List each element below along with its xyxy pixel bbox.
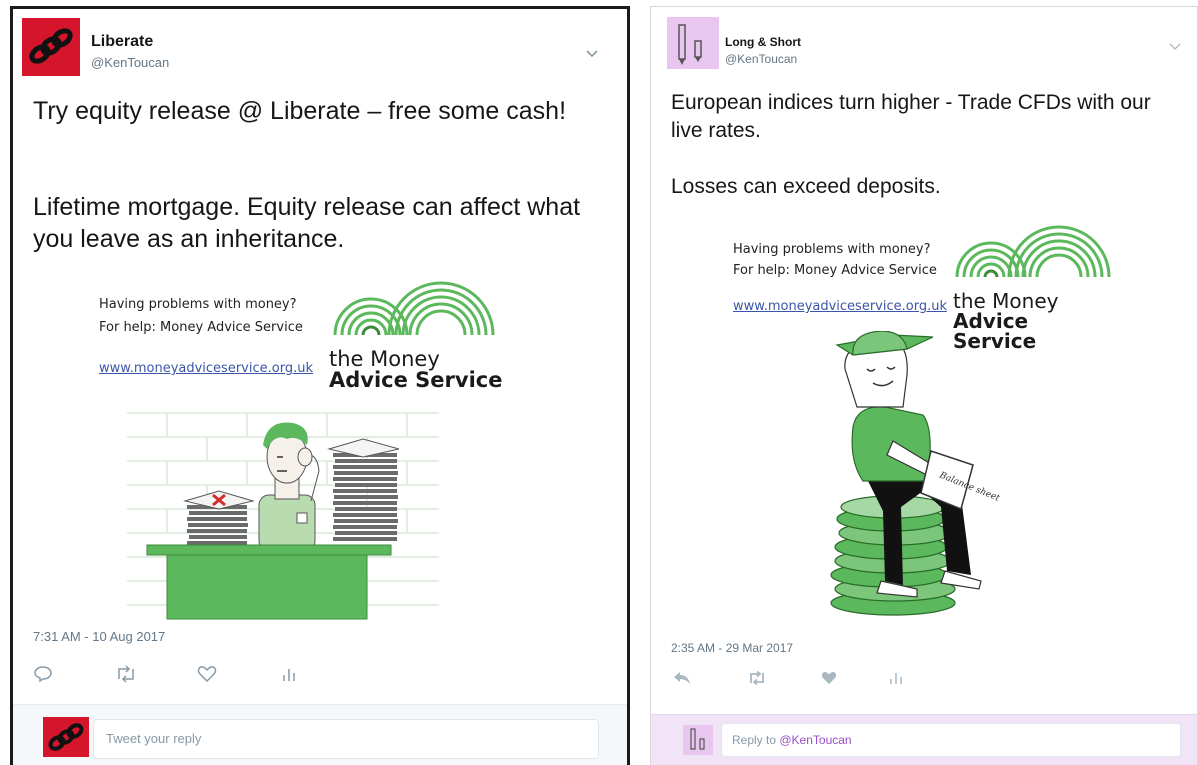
- reply-input[interactable]: Reply to @KenToucan: [721, 723, 1181, 757]
- reply-icon[interactable]: [673, 671, 691, 685]
- reply-composer: Tweet your reply: [13, 704, 627, 765]
- heart-icon[interactable]: [197, 665, 217, 683]
- author-handle[interactable]: @KenToucan: [725, 52, 797, 66]
- retweet-icon[interactable]: [115, 665, 137, 683]
- reply-input[interactable]: Tweet your reply: [93, 719, 599, 759]
- tweet-media-image[interactable]: Having problems with money? For help: Mo…: [733, 213, 1113, 627]
- tweet-timestamp[interactable]: 7:31 AM - 10 Aug 2017: [33, 629, 165, 644]
- reply-prefix: Reply to: [732, 733, 780, 747]
- author-handle[interactable]: @KenToucan: [91, 55, 169, 70]
- ad-link[interactable]: www.moneyadviceservice.org.uk: [99, 361, 313, 376]
- tweet-text-disclaimer: Losses can exceed deposits.: [671, 175, 941, 198]
- author-name[interactable]: Liberate: [91, 33, 153, 51]
- chevron-down-icon[interactable]: [585, 49, 599, 59]
- reply-mention: @KenToucan: [779, 733, 852, 747]
- panel-divider: [632, 0, 648, 765]
- ad-link[interactable]: www.moneyadviceservice.org.uk: [733, 299, 947, 314]
- avatar[interactable]: [22, 18, 80, 76]
- reply-avatar: [43, 717, 89, 757]
- tweet-card-liberate: Liberate @KenToucan Try equity release @…: [10, 6, 630, 765]
- reply-icon[interactable]: [33, 665, 53, 683]
- tweet-text: Try equity release @ Liberate – free som…: [33, 97, 567, 125]
- ad-prompt-text: Having problems with money? For help: Mo…: [733, 242, 937, 278]
- reply-avatar: [683, 725, 713, 755]
- avatar[interactable]: [667, 17, 719, 69]
- tweet-media-image[interactable]: Having problems with money? For help: Mo…: [97, 273, 517, 623]
- chevron-down-icon[interactable]: [1169, 43, 1181, 51]
- brand-line-1: the Money: [329, 347, 440, 371]
- tweet-timestamp[interactable]: 2:35 AM - 29 Mar 2017: [671, 641, 793, 655]
- money-advice-service-logo-icon: [333, 281, 495, 336]
- tweet-text-disclaimer: Lifetime mortgage. Equity release can af…: [33, 193, 581, 253]
- brand-line-1: the Money: [953, 289, 1059, 313]
- retweet-icon[interactable]: [747, 671, 767, 685]
- reply-composer: Reply to @KenToucan: [651, 714, 1197, 765]
- money-advice-service-logo-icon: [955, 225, 1111, 278]
- tweet-text: European indices turn higher - Trade CFD…: [671, 91, 1151, 142]
- analytics-icon[interactable]: [281, 665, 297, 683]
- heart-icon[interactable]: [821, 671, 837, 685]
- illustration-man-on-coins: Balance sheet: [830, 331, 1001, 616]
- tweet-card-long-short: Long & Short @KenToucan European indices…: [650, 6, 1198, 765]
- brand-line-2: Advice Service: [329, 368, 503, 392]
- illustration-man-at-desk: [127, 412, 439, 620]
- ad-prompt-text: Having problems with money? For help: Mo…: [99, 297, 303, 335]
- brand-wordmark: the Money Advice Service: [329, 349, 502, 391]
- author-name[interactable]: Long & Short: [725, 35, 801, 49]
- analytics-icon[interactable]: [889, 671, 903, 685]
